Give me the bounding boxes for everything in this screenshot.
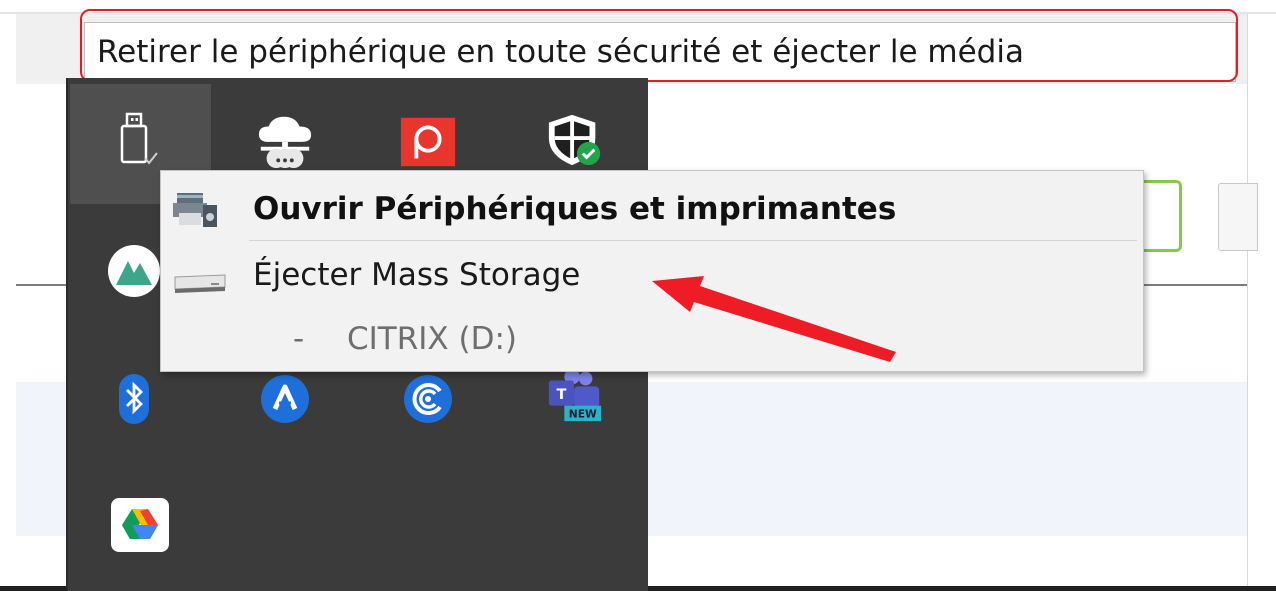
menu-separator [249, 240, 1137, 241]
tooltip: Retirer le périphérique en toute sécurit… [84, 22, 1236, 82]
drive-dash: - [293, 321, 305, 357]
tooltip-text: Retirer le périphérique en toute sécurit… [97, 34, 1024, 70]
anydesk-icon[interactable] [255, 369, 315, 429]
open-devices-printers-label: Ouvrir Périphériques et imprimantes [253, 191, 897, 227]
usb-safely-remove-icon[interactable] [108, 110, 168, 170]
context-menu: Ouvrir Périphériques et imprimantes Éjec… [160, 170, 1144, 372]
teams-new-badge: NEW [569, 407, 597, 420]
citrix-workspace-icon[interactable] [398, 369, 458, 429]
menu-item-eject-mass-storage[interactable]: Éjecter Mass Storage [161, 245, 1143, 309]
background-focused-field [1138, 180, 1182, 252]
pocketcasts-p-icon[interactable] [398, 112, 458, 172]
teams-new-icon[interactable]: T NEW [545, 366, 605, 426]
windows-security-shield-icon[interactable] [545, 110, 605, 170]
google-drive-icon[interactable] [110, 495, 170, 555]
devices-printers-icon [171, 189, 219, 233]
background-scrollbar-strip [1247, 14, 1276, 586]
bluetooth-icon[interactable] [104, 369, 164, 429]
eject-mass-storage-label: Éjecter Mass Storage [253, 257, 581, 293]
svg-text:T: T [556, 387, 566, 403]
background-left-edge [0, 14, 16, 586]
menu-item-drive-citrix: - CITRIX (D:) [161, 311, 1143, 367]
drive-icon [171, 271, 229, 299]
background-button [1218, 183, 1258, 251]
menu-item-open-devices-printers[interactable]: Ouvrir Périphériques et imprimantes [161, 179, 1143, 241]
drive-citrix-label: CITRIX (D:) [347, 321, 518, 357]
background-window-top [0, 0, 1276, 12]
onedrive-cloud-icon[interactable] [255, 110, 315, 170]
nordvpn-icon[interactable] [104, 241, 164, 301]
